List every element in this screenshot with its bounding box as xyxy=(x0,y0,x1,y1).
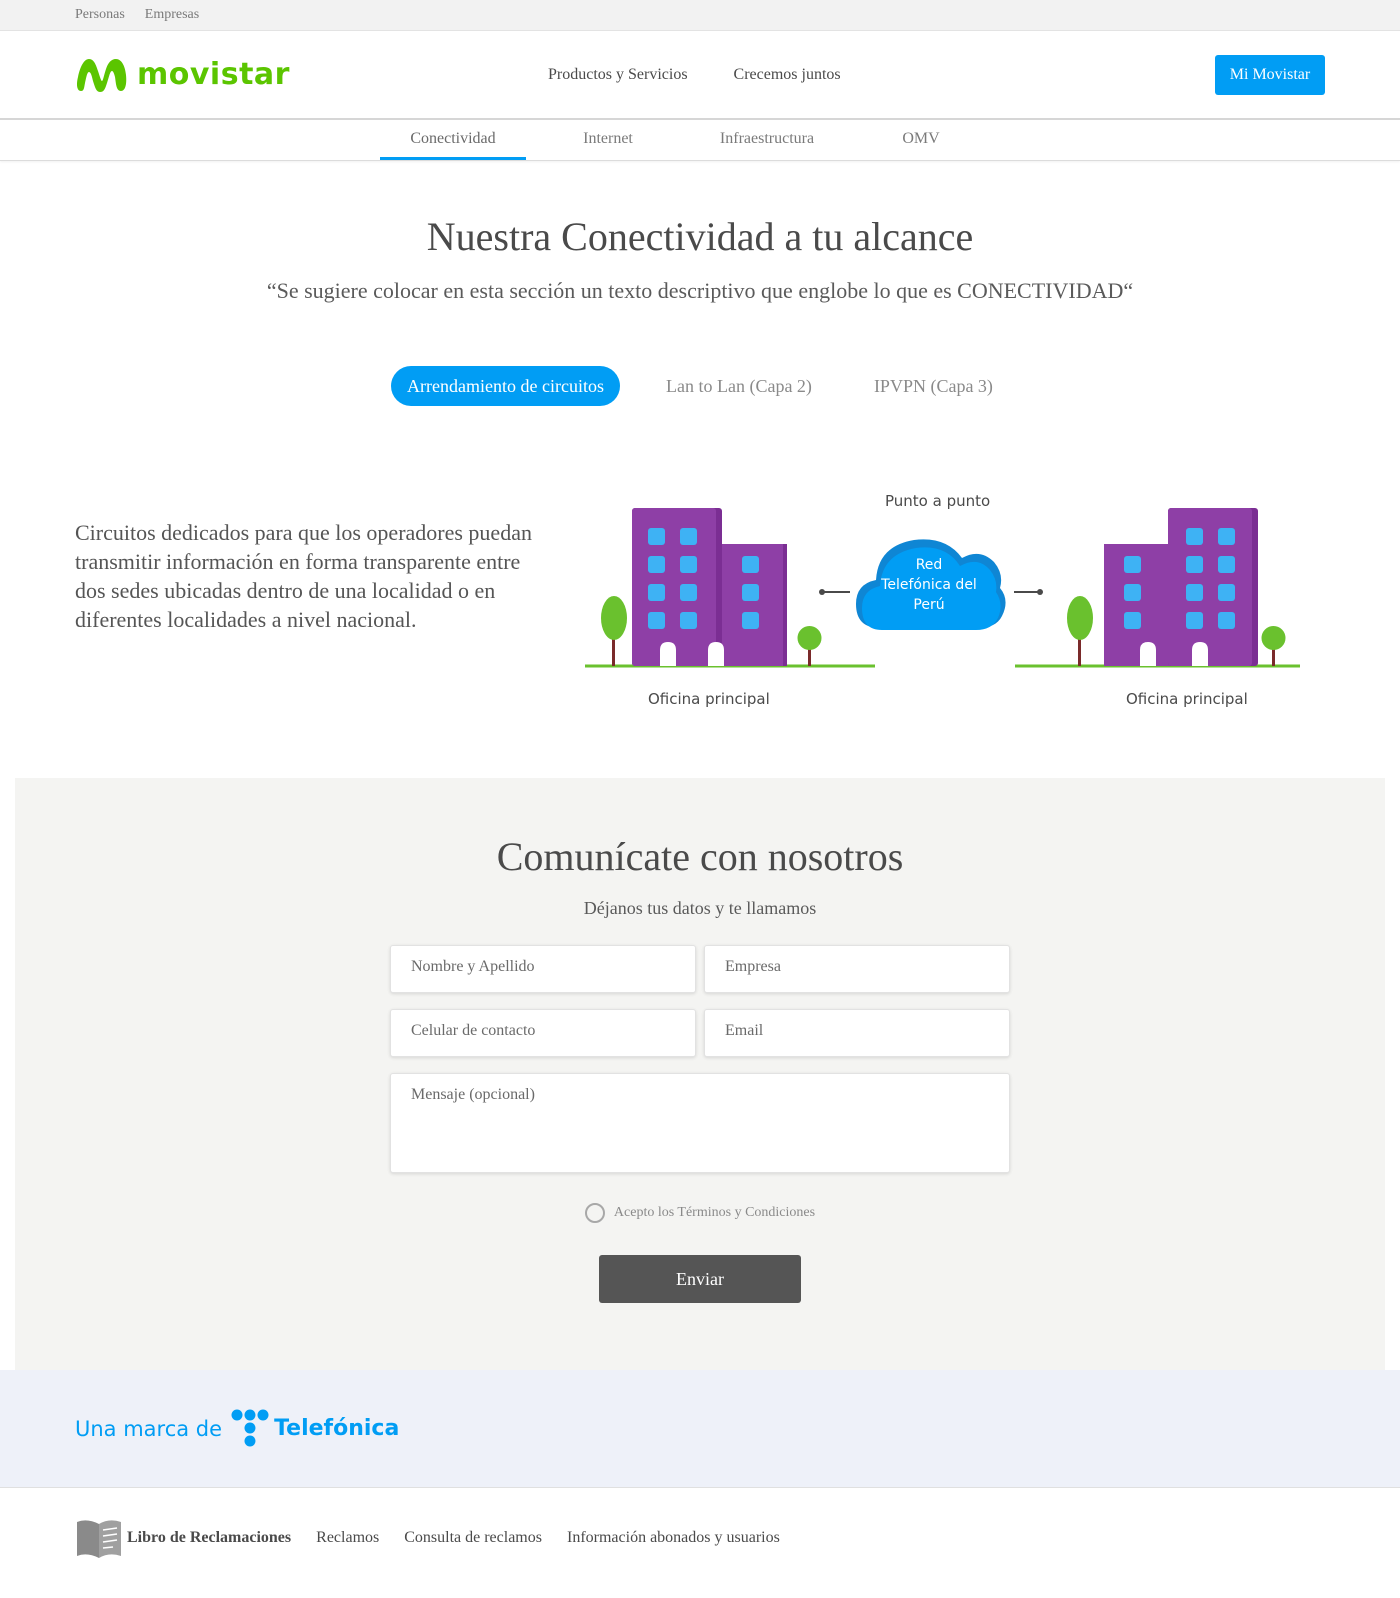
tab-arrendamiento[interactable]: Arrendamiento de circuitos xyxy=(391,366,620,406)
segment-strip: Personas Empresas xyxy=(0,0,1400,31)
contact-section: Comunícate con nosotros Déjanos tus dato… xyxy=(15,778,1385,1370)
brand-prefix: Una marca de xyxy=(75,1416,223,1441)
contact-title: Comunícate con nosotros xyxy=(496,834,904,879)
nav-productos-servicios[interactable]: Productos y Servicios xyxy=(548,66,688,84)
tab-conectividad[interactable]: Conectividad xyxy=(376,120,530,160)
movistar-m-icon xyxy=(77,58,127,92)
tab-ipvpn[interactable]: IPVPN (Capa 3) xyxy=(858,366,1009,406)
service-description: Circuitos dedicados para que los operado… xyxy=(75,520,532,632)
name-field[interactable]: Nombre y Apellido xyxy=(390,945,696,993)
brand-name: Telefónica xyxy=(274,1416,400,1441)
contact-form: Nombre y Apellido Empresa Celular de con… xyxy=(390,945,1010,1303)
service-tabs: Arrendamiento de circuitos Lan to Lan (C… xyxy=(0,366,1400,406)
phone-field[interactable]: Celular de contacto xyxy=(390,1009,696,1057)
libro-reclamaciones-link[interactable]: Libro de Reclamaciones xyxy=(75,1516,291,1560)
tab-omv[interactable]: OMV xyxy=(848,120,994,160)
terms-label: Acepto los Términos y Condiciones xyxy=(613,1205,816,1220)
cloud-label-line: Perú xyxy=(913,597,945,613)
tab-infraestructura[interactable]: Infraestructura xyxy=(686,120,848,160)
movistar-logo[interactable]: movistar xyxy=(75,55,290,95)
terms-option[interactable]: Acepto los Términos y Condiciones xyxy=(390,1203,1010,1223)
email-field[interactable]: Email xyxy=(704,1009,1010,1057)
libro-label: Libro de Reclamaciones xyxy=(127,1529,292,1546)
hero-section: Nuestra Conectividad a tu alcance “Se su… xyxy=(0,161,1400,406)
punto-a-punto-diagram: Punto a punto Red Telefónica del Perú Of… xyxy=(580,488,1320,728)
book-icon xyxy=(77,1520,121,1558)
tab-lan-to-lan[interactable]: Lan to Lan (Capa 2) xyxy=(650,366,828,406)
main-nav: Productos y Servicios Crecemos juntos xyxy=(548,66,841,84)
empresas-link[interactable]: Empresas xyxy=(145,7,199,23)
page-title: Nuestra Conectividad a tu alcance xyxy=(426,214,974,259)
message-field[interactable]: Mensaje (opcional) xyxy=(390,1073,1010,1173)
informacion-abonados-link[interactable]: Información abonados y usuarios xyxy=(567,1529,780,1547)
personas-link[interactable]: Personas xyxy=(75,7,125,23)
tree-icon xyxy=(601,596,627,666)
contact-lead: Déjanos tus datos y te llamamos xyxy=(583,898,817,918)
sub-nav: Conectividad Internet Infraestructura OM… xyxy=(0,120,1400,161)
telefonica-t-icon xyxy=(231,1409,269,1446)
cloud-label-line: Red xyxy=(915,557,943,573)
hero-subtitle: “Se sugiere colocar en esta sección un t… xyxy=(266,278,1134,303)
logo-wordmark: movistar xyxy=(137,57,290,92)
service-content: Circuitos dedicados para que los operado… xyxy=(0,488,1400,778)
right-office-label: Oficina principal xyxy=(1126,690,1248,708)
telefonica-brand-bar: Una marca de Telefónica xyxy=(0,1370,1400,1488)
terms-radio[interactable] xyxy=(584,1203,605,1223)
office-building-icon xyxy=(632,508,787,666)
mi-movistar-button[interactable]: Mi Movistar xyxy=(1215,54,1325,95)
company-field[interactable]: Empresa xyxy=(704,945,1010,993)
consulta-reclamos-link[interactable]: Consulta de reclamos xyxy=(404,1529,542,1547)
office-building-icon xyxy=(1104,508,1258,666)
cloud-label: Red Telefónica del Perú xyxy=(865,555,993,615)
main-header: movistar Productos y Servicios Crecemos … xyxy=(0,31,1400,120)
left-office-label: Oficina principal xyxy=(648,690,770,708)
tab-internet[interactable]: Internet xyxy=(530,120,686,160)
reclamos-link[interactable]: Reclamos xyxy=(316,1529,379,1547)
nav-crecemos-juntos[interactable]: Crecemos juntos xyxy=(734,66,841,84)
submit-button[interactable]: Enviar xyxy=(599,1255,801,1303)
cloud-label-line: Telefónica del xyxy=(881,577,977,593)
footer-links: Libro de Reclamaciones Reclamos Consulta… xyxy=(0,1488,1400,1588)
